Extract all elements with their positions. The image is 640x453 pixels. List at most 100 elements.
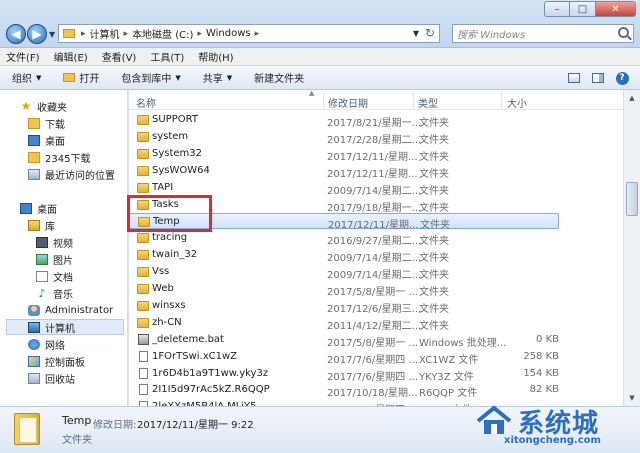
file-type: 文件夹	[419, 303, 449, 315]
menu-help[interactable]: 帮助(H)	[198, 49, 233, 64]
nav-videos[interactable]: 视频	[36, 234, 73, 250]
nav-libraries[interactable]: 库	[28, 217, 55, 233]
chevron-down-icon: ▼	[175, 73, 181, 82]
file-date: 2017/7/6/星期四 ...	[327, 371, 418, 383]
nav-network[interactable]: 网络	[28, 336, 65, 352]
file-row[interactable]: tracing 2016/9/27/星期二... 文件夹	[129, 230, 559, 248]
file-row[interactable]: Web 2017/5/8/星期一 ... 文件夹	[129, 281, 559, 298]
file-type: 文件夹	[419, 202, 449, 214]
minimize-button[interactable]: –	[544, 1, 570, 17]
refresh-icon[interactable]: ↻	[425, 26, 435, 40]
folder-icon	[137, 250, 149, 261]
organize-label: 组织	[12, 74, 32, 85]
column-type[interactable]: 类型	[418, 95, 438, 110]
help-button[interactable]: ?	[612, 70, 632, 86]
file-row[interactable]: winsxs 2017/12/6/星期三... 文件夹	[129, 298, 559, 315]
document-icon	[36, 270, 48, 282]
nav-music[interactable]: ♪ 音乐	[36, 285, 73, 301]
file-type: 文件夹	[419, 236, 449, 248]
file-type: 文件夹	[419, 185, 449, 197]
file-row[interactable]: 1FOrTSwi.xC1wZ 2017/7/6/星期四 ... XC1WZ 文件 25…	[129, 349, 559, 366]
menu-file[interactable]: 文件(F)	[6, 49, 40, 64]
scroll-thumb[interactable]	[626, 182, 638, 216]
folder-icon	[28, 151, 40, 163]
nav-control-panel[interactable]: 控制面板	[28, 353, 85, 369]
column-divider[interactable]	[323, 92, 324, 108]
close-button[interactable]: ✕	[596, 1, 636, 17]
file-row[interactable]: 1r6D4b1a9T1ww.yky3z 2017/7/6/星期四 ... YKY3Z…	[129, 366, 559, 383]
menu-view[interactable]: 查看(V)	[102, 49, 137, 64]
file-row[interactable]: twain_32 2009/7/14/星期二... 文件夹	[129, 247, 559, 265]
address-bar[interactable]: ▸ 计算机 ▸ 本地磁盘 (C:) ▸ Windows ▸ ▼ ↻	[58, 24, 440, 43]
column-divider[interactable]	[501, 92, 502, 108]
file-row[interactable]: System32 2017/12/11/星期... 文件夹	[129, 146, 559, 163]
change-view-button[interactable]	[564, 70, 584, 86]
organize-button[interactable]: 组织 ▼	[12, 70, 41, 86]
file-name: winsxs	[152, 299, 186, 311]
file-row[interactable]: SUPPORT 2017/8/21/星期一... 文件夹	[129, 112, 559, 129]
folder-icon	[137, 115, 149, 125]
include-library-label: 包含到库中	[121, 74, 172, 85]
file-row[interactable]: zh-CN 2011/4/12/星期二... 文件夹	[129, 315, 559, 332]
breadcrumb-windows[interactable]: Windows	[206, 28, 251, 39]
title-bar: – □ ✕ ◀ ▶ ▼ ▸ 计算机 ▸ 本地磁盘 (C:) ▸ Windows …	[0, 0, 640, 48]
breadcrumb-computer[interactable]: 计算机	[90, 26, 120, 41]
file-name: SysWOW64	[152, 164, 210, 176]
nav-downloads[interactable]: 下载	[28, 115, 65, 131]
nav-favorites[interactable]: ★ 收藏夹	[20, 98, 67, 114]
column-header-row: ▲ 名称 修改日期 类型 大小	[129, 90, 623, 110]
file-type: 文件夹	[419, 253, 449, 265]
include-in-library-button[interactable]: 包含到库中 ▼	[121, 70, 181, 86]
file-row[interactable]: 2I1I5d97rAc5kZ.R6QQP 2017/10/18/星期... R6QQ…	[129, 382, 559, 399]
nav-label: 视频	[53, 238, 73, 250]
breadcrumb-local-disk[interactable]: 本地磁盘 (C:)	[132, 26, 193, 41]
column-divider[interactable]	[413, 92, 414, 108]
nav-documents[interactable]: 文档	[36, 268, 73, 284]
scroll-up-button[interactable]: ▲	[624, 90, 640, 106]
forward-button[interactable]: ▶	[27, 24, 47, 44]
nav-label: 音乐	[53, 289, 73, 301]
nav-desktop-favorite[interactable]: 桌面	[28, 132, 65, 148]
menu-bar: 文件(F) 编辑(E) 查看(V) 工具(T) 帮助(H)	[0, 48, 640, 66]
recent-pages-dropdown[interactable]: ▼	[49, 30, 55, 39]
file-row[interactable]: system 2017/2/28/星期二... 文件夹	[129, 129, 559, 146]
column-size[interactable]: 大小	[507, 95, 527, 110]
file-name: TAPI	[152, 181, 174, 193]
back-button[interactable]: ◀	[6, 24, 26, 44]
file-date: 2017/12/11/星期...	[327, 151, 418, 163]
share-button[interactable]: 共享 ▼	[202, 70, 232, 86]
share-label: 共享	[202, 74, 223, 85]
search-icon	[618, 27, 629, 38]
menu-tools[interactable]: 工具(T)	[150, 49, 184, 64]
file-row[interactable]: TAPI 2009/7/14/星期二... 文件夹	[129, 180, 559, 197]
file-size: 0 KB	[536, 333, 559, 345]
nav-computer[interactable]: 计算机	[6, 319, 124, 335]
address-dropdown-icon[interactable]: ▼	[413, 29, 419, 38]
nav-recent-places[interactable]: 最近访问的位置	[28, 166, 115, 182]
preview-pane-button[interactable]	[588, 70, 608, 86]
nav-pictures[interactable]: 图片	[36, 251, 73, 267]
nav-user[interactable]: Administrator	[28, 302, 113, 318]
maximize-button[interactable]: □	[570, 1, 596, 17]
new-folder-button[interactable]: 新建文件夹	[254, 70, 304, 85]
menu-edit[interactable]: 编辑(E)	[54, 49, 88, 64]
nav-desktop[interactable]: 桌面	[20, 200, 57, 216]
desktop-icon	[28, 134, 40, 146]
file-row[interactable]: SysWOW64 2017/12/11/星期... 文件夹	[129, 163, 559, 180]
nav-label: 网络	[45, 340, 65, 352]
open-button[interactable]: 打开	[63, 70, 99, 85]
column-name[interactable]: 名称	[136, 95, 156, 110]
file-date: 2009/7/14/星期二...	[327, 185, 422, 197]
file-row[interactable]: _deleteme.bat 2017/5/8/星期一 ... Windows 批处理…	[129, 332, 559, 349]
user-icon	[28, 304, 40, 316]
search-input[interactable]: 搜索 Windows	[452, 24, 634, 43]
file-row[interactable]: Vss 2009/7/14/星期二... 文件夹	[129, 264, 559, 281]
nav-recycle-bin[interactable]: 回收站	[28, 370, 75, 386]
vertical-scrollbar[interactable]: ▲ ▼	[623, 90, 640, 406]
column-date[interactable]: 修改日期	[328, 95, 368, 110]
annotation-highlight-box	[127, 195, 212, 232]
file-name: 1FOrTSwi.xC1wZ	[152, 350, 237, 362]
folder-icon	[137, 267, 149, 278]
file-icon	[139, 350, 148, 362]
nav-2345-downloads[interactable]: 2345下载	[28, 149, 90, 165]
